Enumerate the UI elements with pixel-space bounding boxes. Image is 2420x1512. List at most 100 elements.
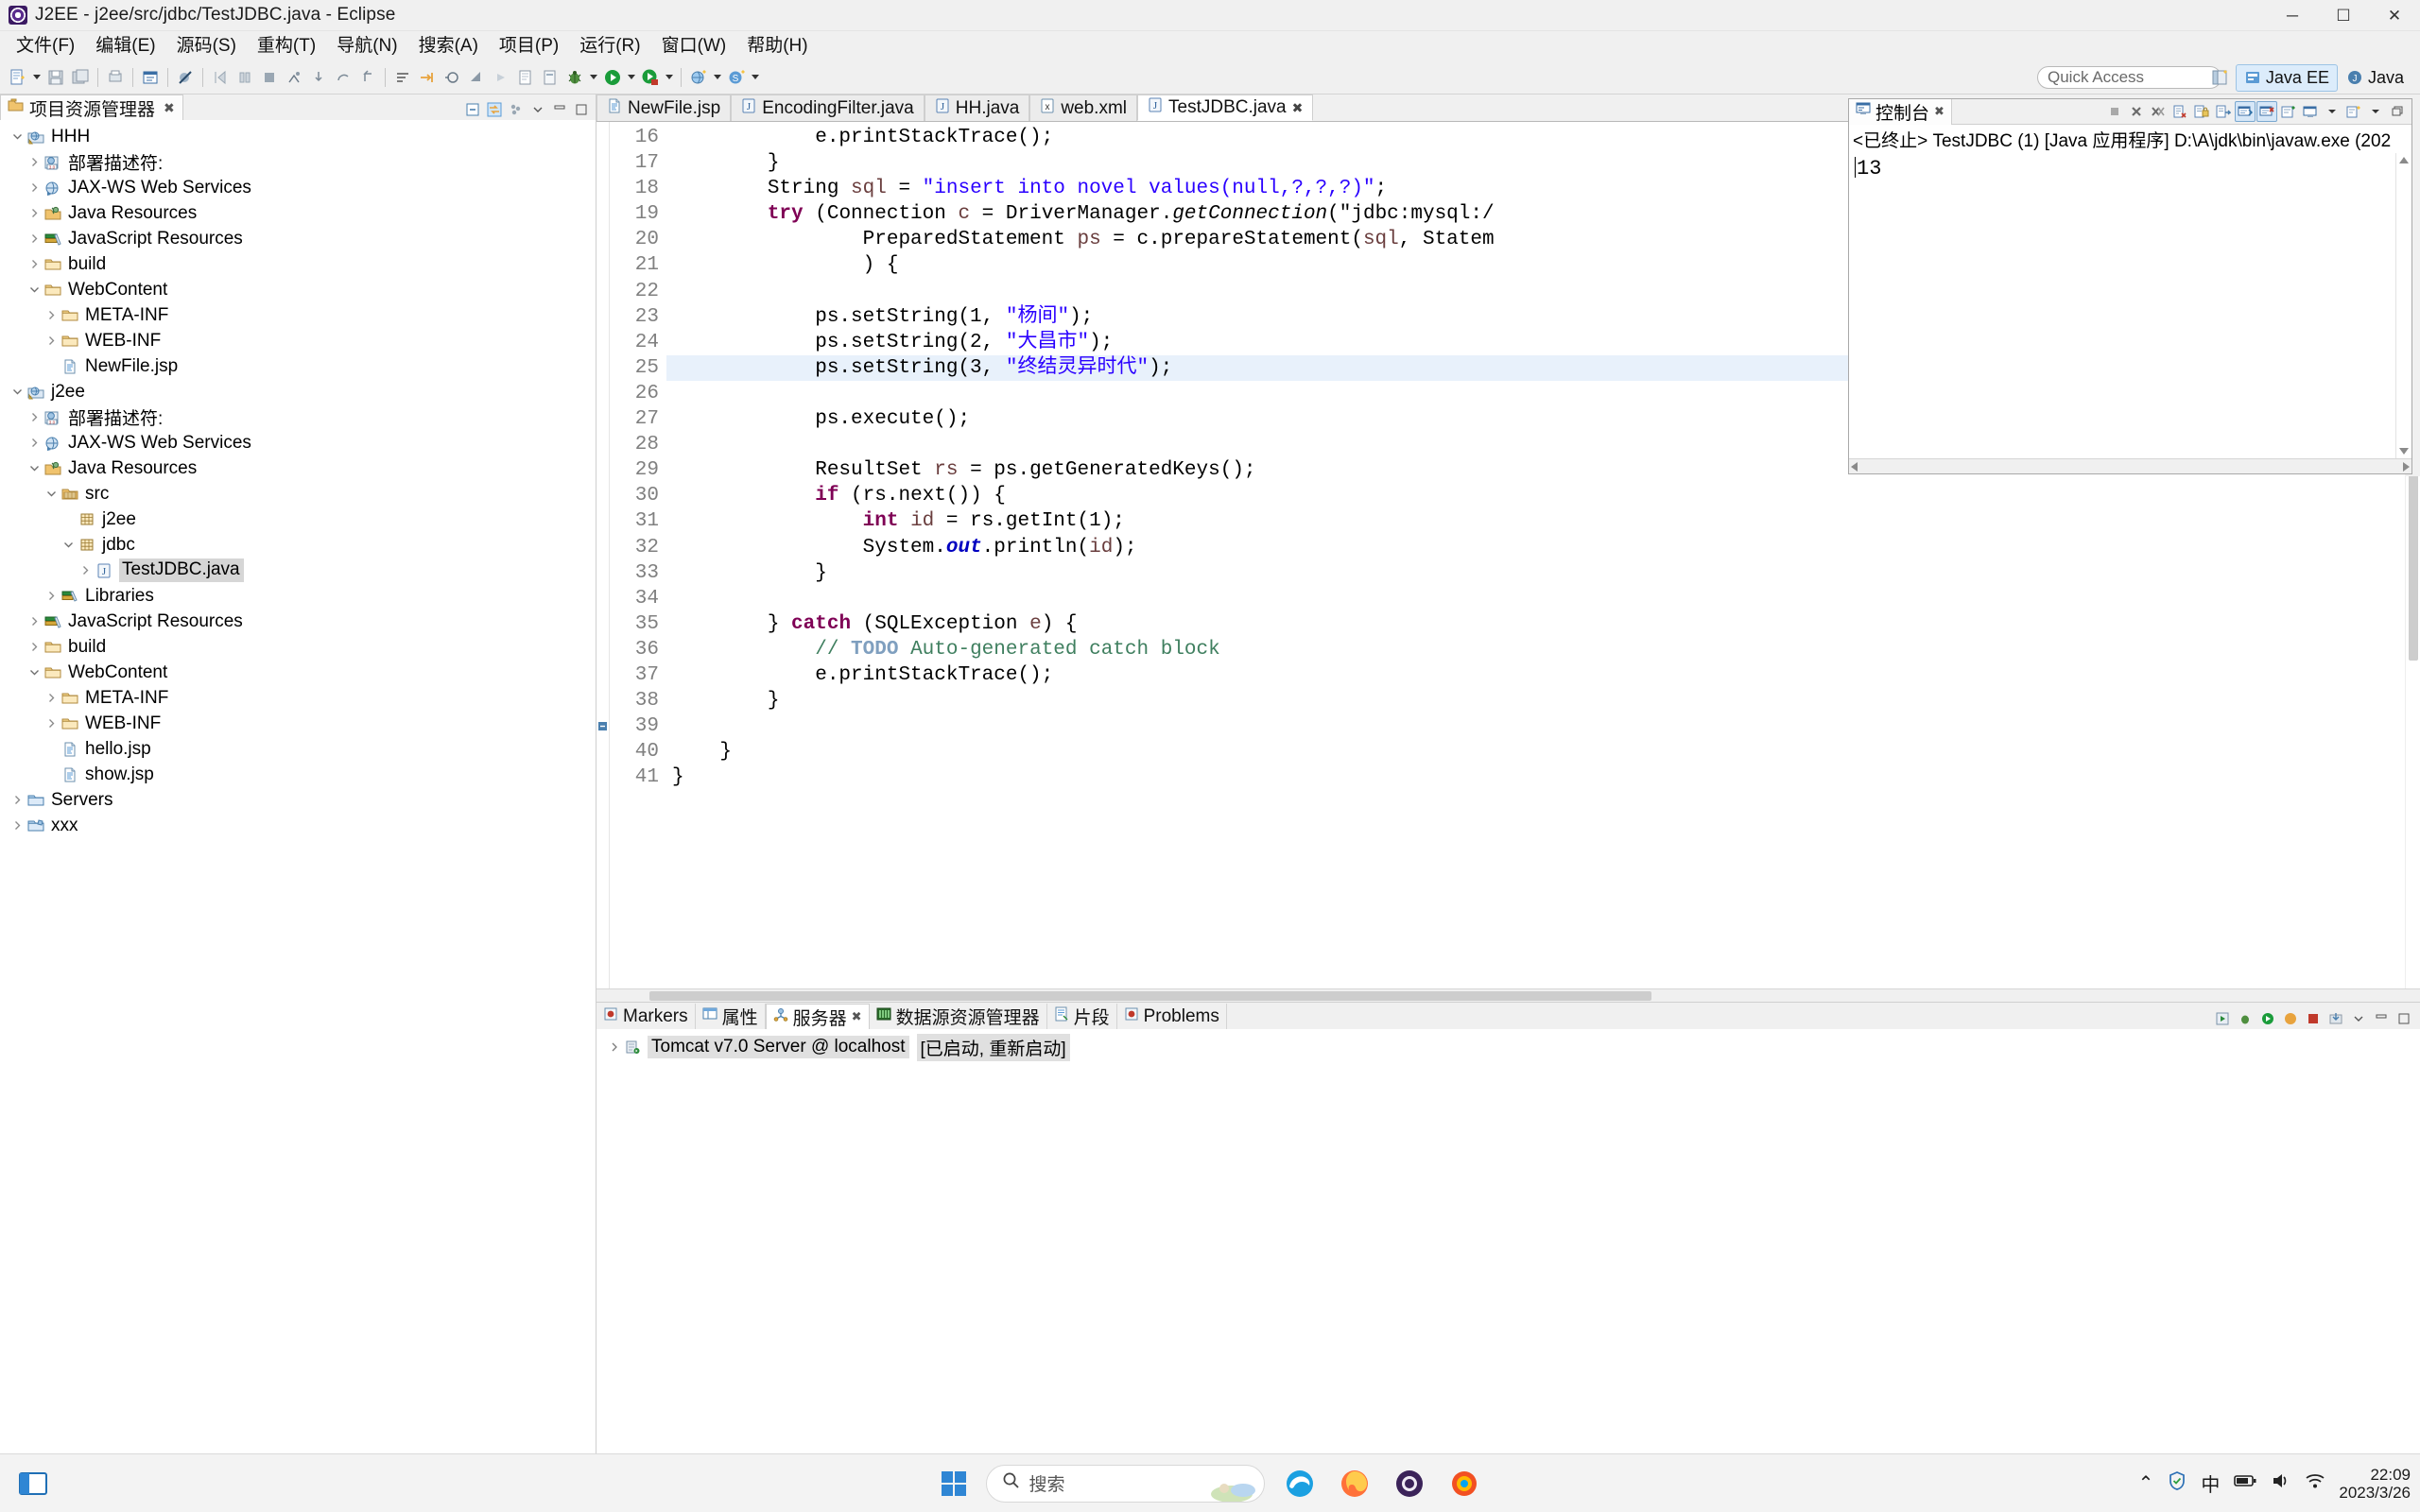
menu-help[interactable]: 帮助(H) bbox=[736, 33, 818, 60]
forward-icon[interactable] bbox=[489, 65, 513, 90]
editor-horizontal-scrollbar[interactable] bbox=[596, 988, 2420, 1002]
tree-item-WEB-INF[interactable]: WEB-INF bbox=[0, 711, 596, 736]
tree-item-JavaScriptResources[interactable]: JavaScript Resources bbox=[0, 226, 596, 251]
tree-item-META-INF[interactable]: META-INF bbox=[0, 302, 596, 328]
new-wizard-icon[interactable] bbox=[6, 65, 30, 90]
pin-console-icon[interactable] bbox=[2213, 101, 2234, 122]
twisty-icon[interactable] bbox=[9, 813, 26, 838]
quick-access-input[interactable]: Quick Access bbox=[2037, 66, 2221, 89]
scroll-up-icon[interactable] bbox=[2399, 157, 2409, 163]
server-debug-icon[interactable] bbox=[2235, 1008, 2256, 1029]
debug-dropdown-icon[interactable] bbox=[587, 65, 600, 90]
tree-item-HHH[interactable]: ! HHH bbox=[0, 124, 596, 149]
battery-icon[interactable] bbox=[2233, 1471, 2257, 1495]
menu-run[interactable]: 运行(R) bbox=[569, 33, 650, 60]
twisty-icon[interactable] bbox=[43, 583, 60, 609]
skip-breakpoints-icon[interactable] bbox=[173, 65, 198, 90]
run-on-server-icon[interactable] bbox=[638, 65, 663, 90]
clear-console-icon[interactable] bbox=[2169, 101, 2190, 122]
menu-lines-icon[interactable] bbox=[390, 65, 415, 90]
tree-item-JavaScriptResources[interactable]: JavaScript Resources bbox=[0, 609, 596, 634]
run-on-server-dropdown-icon[interactable] bbox=[663, 65, 676, 90]
twisty-icon[interactable] bbox=[43, 328, 60, 353]
code-line[interactable]: e.printStackTrace(); bbox=[666, 662, 2405, 688]
collapse-all-icon[interactable] bbox=[462, 99, 483, 120]
browser-icon[interactable] bbox=[1444, 1464, 1484, 1503]
tree-item-WebContent[interactable]: WebContent bbox=[0, 660, 596, 685]
tree-item-xxx[interactable]: xxx bbox=[0, 813, 596, 838]
tree-item-NewFile.jsp[interactable]: NewFile.jsp bbox=[0, 353, 596, 379]
twisty-icon[interactable] bbox=[26, 609, 43, 634]
taskbar-clock[interactable]: 22:09 2023/3/26 bbox=[2339, 1466, 2411, 1502]
twisty-icon[interactable] bbox=[26, 226, 43, 251]
bottom-tab-[interactable]: 片段 bbox=[1047, 1004, 1117, 1029]
tree-item-[interactable]: 3.0 部署描述符: bbox=[0, 404, 596, 430]
code-line[interactable] bbox=[666, 713, 2405, 739]
servers-view-body[interactable]: Tomcat v7.0 Server @ localhost [已启动, 重新启… bbox=[596, 1029, 2420, 1453]
code-line[interactable]: } bbox=[666, 739, 2405, 765]
expand-twisty-icon[interactable] bbox=[606, 1035, 622, 1060]
maximize-button[interactable]: ☐ bbox=[2318, 0, 2369, 31]
twisty-icon[interactable] bbox=[9, 379, 26, 404]
new-wizard-dropdown-icon[interactable] bbox=[30, 65, 43, 90]
minimize-button[interactable]: ─ bbox=[2267, 0, 2318, 31]
next-annotation-icon[interactable] bbox=[415, 65, 440, 90]
tree-item-build[interactable]: build bbox=[0, 634, 596, 660]
server-profile-icon[interactable] bbox=[2280, 1008, 2301, 1029]
save-icon[interactable] bbox=[43, 65, 68, 90]
new-web-service-icon[interactable] bbox=[686, 65, 711, 90]
tree-item-TestJDBC.java[interactable]: J TestJDBC.java bbox=[0, 558, 596, 583]
remove-all-consoles-icon[interactable] bbox=[2148, 101, 2169, 122]
menu-source[interactable]: 源码(S) bbox=[166, 33, 247, 60]
tree-item-src[interactable]: src bbox=[0, 481, 596, 507]
code-line[interactable]: if (rs.next()) { bbox=[666, 483, 2405, 508]
twisty-icon[interactable] bbox=[60, 507, 77, 532]
view-menu-icon[interactable] bbox=[506, 99, 527, 120]
twisty-icon[interactable] bbox=[9, 787, 26, 813]
open-console-icon[interactable] bbox=[2278, 101, 2299, 122]
twisty-icon[interactable] bbox=[60, 532, 77, 558]
code-line[interactable]: } catch (SQLException e) { bbox=[666, 611, 2405, 637]
run-dropdown-icon[interactable] bbox=[625, 65, 638, 90]
tree-item-JAX-WSWebServices[interactable]: JAX-WS Web Services bbox=[0, 175, 596, 200]
menu-refactor[interactable]: 重构(T) bbox=[247, 33, 326, 60]
menu-project[interactable]: 项目(P) bbox=[489, 33, 569, 60]
terminate-icon[interactable] bbox=[257, 65, 282, 90]
tree-item-WEB-INF[interactable]: WEB-INF bbox=[0, 328, 596, 353]
file-explorer-icon[interactable] bbox=[13, 1464, 53, 1503]
step-return-icon[interactable] bbox=[355, 65, 380, 90]
console-output[interactable]: 13 bbox=[1849, 153, 2411, 458]
tree-item-j2ee[interactable]: j2ee bbox=[0, 507, 596, 532]
tree-item-j2ee[interactable]: ! j2ee bbox=[0, 379, 596, 404]
twisty-icon[interactable] bbox=[26, 200, 43, 226]
code-line[interactable]: } bbox=[666, 560, 2405, 586]
scroll-left-icon[interactable] bbox=[1851, 461, 1858, 472]
remove-console-icon[interactable] bbox=[2126, 101, 2147, 122]
close-icon[interactable]: ✖ bbox=[164, 100, 175, 116]
bottom-tab-[interactable]: 服务器 ✖ bbox=[765, 1004, 870, 1029]
twisty-icon[interactable] bbox=[26, 455, 43, 481]
tree-item-Libraries[interactable]: Libraries bbox=[0, 583, 596, 609]
maximize-view-icon[interactable] bbox=[571, 99, 592, 120]
bottom-minimize-icon[interactable] bbox=[2371, 1008, 2392, 1029]
open-perspective-icon[interactable] bbox=[2207, 65, 2232, 90]
twisty-icon[interactable] bbox=[26, 660, 43, 685]
twisty-icon[interactable] bbox=[43, 762, 60, 787]
last-edit-icon[interactable] bbox=[440, 65, 464, 90]
console-select-dropdown-icon[interactable] bbox=[2322, 101, 2342, 122]
code-line[interactable]: // TODO Auto-generated catch block bbox=[666, 637, 2405, 662]
close-icon[interactable]: ✖ bbox=[1292, 100, 1304, 116]
view-menu-chevron-icon[interactable] bbox=[527, 99, 548, 120]
suspend-icon[interactable] bbox=[233, 65, 257, 90]
tree-item-build[interactable]: build bbox=[0, 251, 596, 277]
twisty-icon[interactable] bbox=[26, 175, 43, 200]
menu-window[interactable]: 窗口(W) bbox=[651, 33, 737, 60]
perspective-java[interactable]: J Java bbox=[2338, 64, 2412, 92]
twisty-icon[interactable] bbox=[78, 558, 94, 583]
code-line[interactable]: System.out.println(id); bbox=[666, 535, 2405, 560]
security-icon[interactable] bbox=[2167, 1470, 2187, 1496]
tab-project-explorer[interactable]: 项目资源管理器 ✖ bbox=[0, 94, 183, 120]
editor-tab-NewFile.jsp[interactable]: NewFile.jsp bbox=[596, 94, 732, 121]
tree-item-jdbc[interactable]: jdbc bbox=[0, 532, 596, 558]
show-console-on-stdout-icon[interactable] bbox=[2235, 101, 2256, 122]
